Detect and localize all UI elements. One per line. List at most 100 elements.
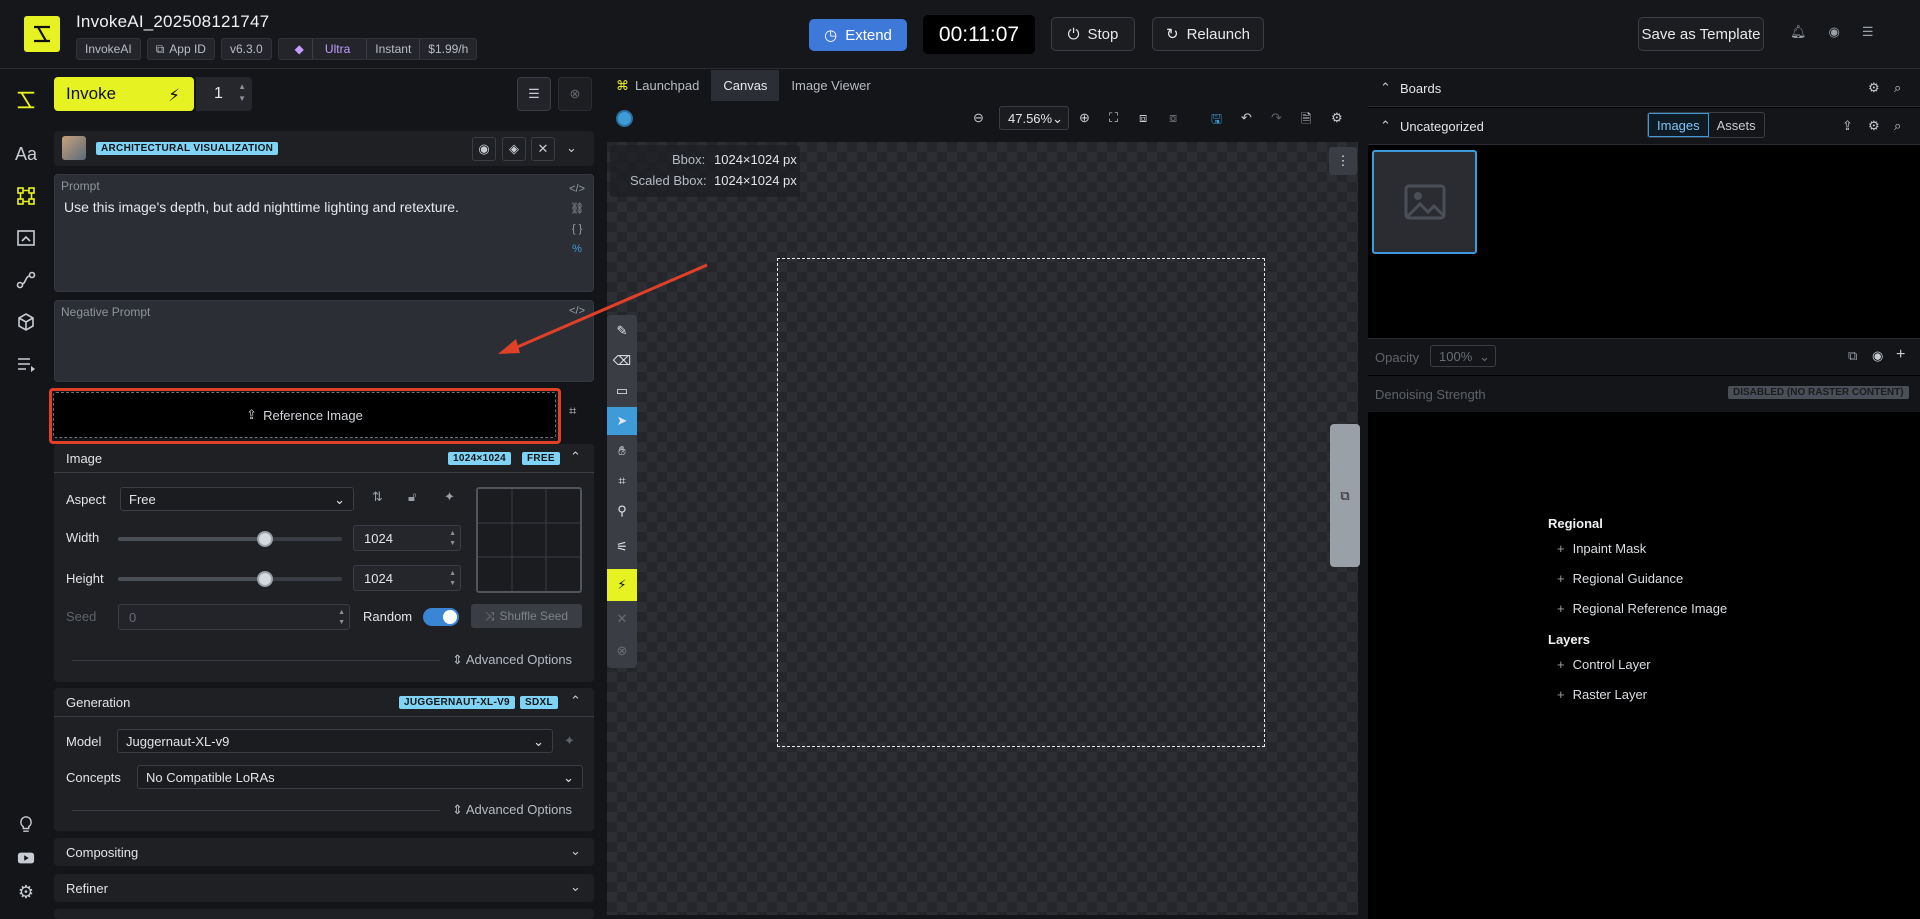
zoom-out-icon[interactable]: ⊖ [973,110,984,126]
opacity-select[interactable]: 100% ⌄ [1430,345,1496,367]
braces-icon[interactable]: { } [569,219,585,239]
color-picker-icon[interactable]: ⚲ [607,497,637,525]
model-select[interactable]: Juggernaut-XL-v9 ⌄ [117,729,553,753]
invoke-bolt-icon[interactable]: ⚡︎ [607,569,637,601]
layers-icon[interactable]: ◈ [502,137,526,161]
chevron-up-icon[interactable]: ⌃ [570,693,581,709]
zoom-in-icon[interactable]: ⊕ [1079,110,1090,126]
text-generate-icon[interactable]: Aa [14,142,38,166]
batch-stepper-icon[interactable]: ▲ ▼ [238,81,246,105]
save-template-button[interactable]: Save as Template [1638,17,1764,51]
search-icon[interactable]: ⌕ [1894,118,1901,134]
advanced-options-toggle[interactable]: ⇕ Advanced Options [452,652,572,668]
queue-list-icon[interactable] [14,352,38,376]
sparkle-icon[interactable]: ✦ [564,733,575,749]
add-regional-guidance[interactable]: + Regional Guidance [1557,571,1683,586]
height-slider[interactable] [118,571,342,587]
move-pointer-icon[interactable]: ➤ [607,407,637,435]
tab-assets[interactable]: Assets [1709,113,1764,137]
bell-icon[interactable]: 🔔︎ [1790,24,1807,40]
width-slider[interactable] [118,531,342,547]
add-inpaint-mask[interactable]: + Inpaint Mask [1557,541,1646,556]
aspect-select[interactable]: Free ⌄ [120,487,354,511]
extend-button[interactable]: ◷ Extend [809,19,907,51]
color-picker-swatch[interactable] [616,110,633,127]
bbox-nodes-icon[interactable]: ⌗ [569,403,576,419]
settings-gear-icon[interactable]: ⚙ [14,880,38,904]
tab-images[interactable]: Images [1648,113,1709,137]
youtube-icon[interactable] [14,846,38,870]
chevron-up-icon[interactable]: ⌃ [570,449,581,465]
chevron-down-icon[interactable]: ⌄ [566,140,577,156]
add-layer-plus-icon[interactable]: + [1896,346,1905,364]
shuffle-seed-button[interactable]: ⤨ Shuffle Seed [471,604,582,628]
cancel-queue-button[interactable]: ⊗ [558,77,592,111]
bbox-tool-icon[interactable]: ⌗ [607,467,637,495]
advanced-options-toggle[interactable]: ⇕ Advanced Options [452,802,572,818]
invoke-button[interactable]: Invoke ⚡︎ [54,77,194,111]
seed-input[interactable]: 0 ▲ ▼ [118,604,350,630]
upscale-icon[interactable] [14,226,38,250]
chip-appid[interactable]: ⧉ App ID [146,38,215,60]
width-stepper-icon[interactable]: ▲ ▼ [449,529,456,549]
eraser-icon[interactable]: ⌫ [607,347,637,375]
tab-canvas[interactable]: Canvas [711,70,780,101]
swap-icon[interactable]: ⇅ [372,489,383,505]
upload-icon[interactable]: ⇪ [1842,118,1853,134]
height-slider-knob[interactable] [257,571,273,587]
canvas-nodes-icon[interactable] [14,184,38,208]
close-icon[interactable]: ✕ [607,605,637,633]
chevron-up-icon[interactable]: ⌃ [1380,80,1391,96]
fit-icon[interactable]: ⛶ [1109,110,1118,126]
sparkle-icon[interactable]: ✦ [444,489,455,505]
seed-stepper-icon[interactable]: ▲ ▼ [338,608,345,628]
fit-bbox-icon[interactable]: ⧈ [1139,110,1147,126]
discord-icon[interactable]: ◉ [1829,24,1840,40]
invoke-logo[interactable] [24,16,60,52]
gallery-panel-toggle-icon[interactable]: ⧉ [1330,424,1360,567]
models-cube-icon[interactable] [14,310,38,334]
add-regional-reference-image[interactable]: + Regional Reference Image [1557,601,1727,616]
fit-layers-icon[interactable]: ⧇ [1169,110,1177,126]
add-raster-layer[interactable]: + Raster Layer [1557,687,1647,702]
close-icon[interactable]: ✕ [531,137,555,161]
cancel-circle-icon[interactable]: ⊗ [607,637,637,665]
duplicate-icon[interactable]: ⧉ [1848,348,1857,364]
file-icon[interactable]: 🗎︎ [1301,110,1311,132]
batch-count-input[interactable]: 1 ▲ ▼ [196,77,252,111]
brush-icon[interactable]: ✎ [607,317,637,345]
gallery-settings-gear-icon[interactable]: ⚙ [1868,118,1880,134]
sliders-icon[interactable]: ⚟ [607,533,637,561]
code-icon[interactable]: </> [569,179,585,199]
style-preset-card[interactable]: ARCHITECTURAL VISUALIZATION ◉ ◈ ✕ ⌄ [54,131,594,166]
lock-icon[interactable]: 🔓︎ [408,489,416,505]
save-icon[interactable]: 🖫︎ [1211,110,1222,132]
eye-icon[interactable]: ◉ [472,137,496,161]
concepts-select[interactable]: No Compatible LoRAs ⌄ [137,765,583,789]
tab-launchpad[interactable]: ⌘ Launchpad [604,70,711,101]
search-icon[interactable]: ⌕ [1894,80,1901,96]
stop-button[interactable]: ⏻ Stop [1051,17,1135,51]
canvas-settings-gear-icon[interactable]: ⚙ [1331,110,1343,126]
chevron-up-icon[interactable]: ⌃ [1380,118,1391,134]
width-input[interactable]: 1024 ▲ ▼ [353,525,461,551]
eye-icon[interactable]: ◉ [1872,348,1883,364]
height-input[interactable]: 1024 ▲ ▼ [353,565,461,591]
tab-image-viewer[interactable]: Image Viewer [779,70,882,101]
workflow-icon[interactable] [14,268,38,292]
image-thumbnail-placeholder[interactable] [1372,150,1477,254]
random-seed-toggle[interactable] [423,608,459,626]
height-stepper-icon[interactable]: ▲ ▼ [449,569,456,589]
redo-icon[interactable]: ↷ [1271,110,1282,126]
kebab-menu-icon[interactable]: ⋮ [1329,147,1357,175]
link-icon[interactable]: ⛓︎ [569,199,585,219]
compositing-section[interactable]: Compositing ⌄ [54,838,594,866]
add-control-layer[interactable]: + Control Layer [1557,657,1651,672]
zoom-select[interactable]: 47.56% ⌄ [999,106,1069,130]
refiner-section[interactable]: Refiner ⌄ [54,874,594,902]
invoke-nav-logo-icon[interactable] [14,88,38,112]
relaunch-button[interactable]: ↻ Relaunch [1152,17,1264,51]
bounding-box[interactable] [777,258,1265,747]
undo-icon[interactable]: ↶ [1241,110,1252,126]
queue-menu-button[interactable]: ☰ [517,77,551,111]
